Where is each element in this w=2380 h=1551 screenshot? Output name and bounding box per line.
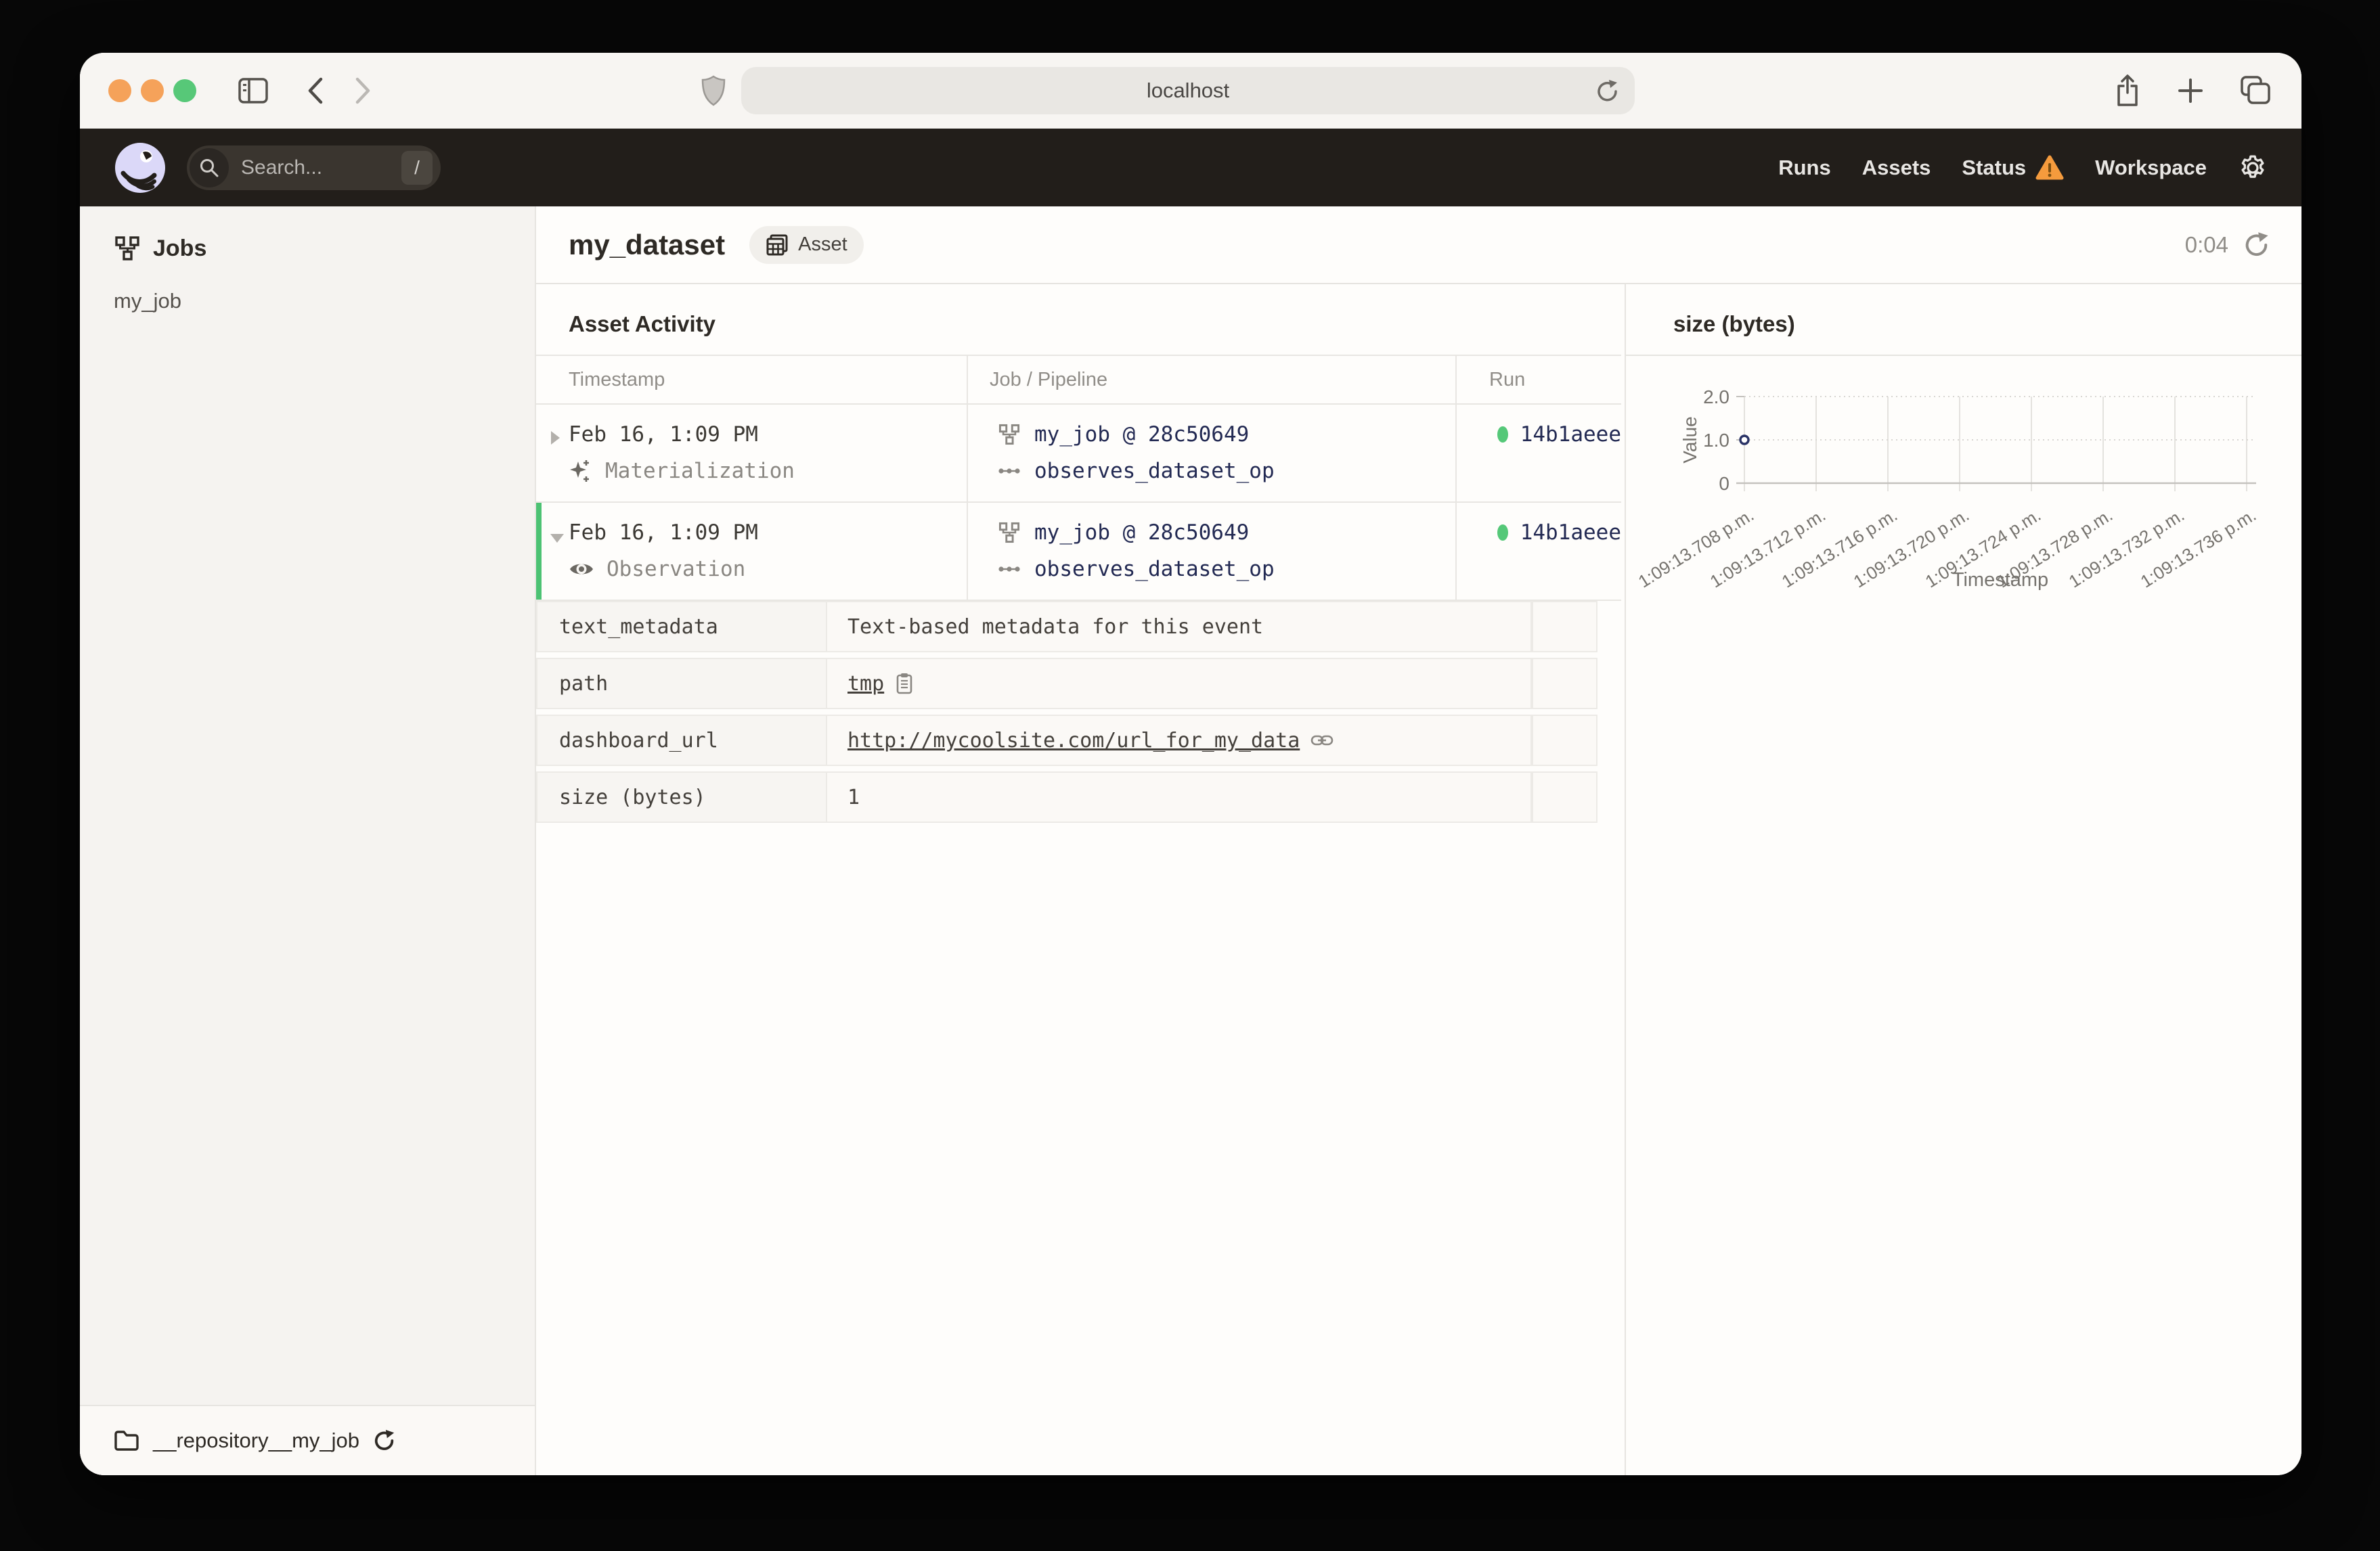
tabs-overview-icon[interactable] (2239, 76, 2272, 106)
op-link[interactable]: observes_dataset_op (1034, 557, 1275, 581)
repository-reload-icon[interactable] (373, 1429, 396, 1453)
timer-refresh-icon[interactable] (2243, 231, 2270, 259)
materialization-icon (570, 460, 589, 482)
asset-activity-table: Timestamp Job / Pipeline Run Feb 16, 1:0… (536, 355, 1621, 601)
search-shortcut-key: / (401, 150, 433, 185)
jobs-section-title: Jobs (153, 235, 207, 261)
op-icon (998, 566, 1020, 572)
op-link[interactable]: observes_dataset_op (1034, 459, 1275, 483)
job-fork-icon (998, 522, 1020, 543)
forward-icon[interactable] (355, 76, 372, 105)
nav-runs[interactable]: Runs (1778, 156, 1831, 180)
timer-value: 0:04 (2184, 231, 2228, 257)
zoom-window-button[interactable] (173, 79, 196, 102)
col-timestamp: Timestamp (569, 368, 665, 390)
asset-badge-label: Asset (798, 233, 847, 255)
path-link[interactable]: tmp (847, 672, 884, 696)
table-row[interactable]: Feb 16, 1:09 PM Observation my_job @ 28c… (536, 503, 1621, 601)
reload-icon[interactable] (1595, 78, 1620, 104)
table-row[interactable]: Feb 16, 1:09 PM Materialization my_job @… (536, 405, 1621, 503)
left-sidebar: Jobs my_job __repository__my_job (80, 206, 536, 1475)
svg-text:Timestamp: Timestamp (1952, 569, 2048, 591)
metadata-plot-panel: size (bytes) 0 1.0 2.0 1:09:13.708 p.m. 1:09… (1625, 284, 2301, 1475)
metadata-key: text_metadata (536, 601, 826, 652)
event-metadata-table: text_metadata Text-based metadata for th… (536, 601, 1597, 823)
run-id-link[interactable]: 14b1aeee (1520, 422, 1621, 447)
address-bar[interactable]: localhost (741, 67, 1635, 114)
jobs-icon (115, 236, 139, 261)
metadata-row: dashboard_url http://mycoolsite.com/url_… (536, 715, 1597, 766)
sidebar-toggle-icon[interactable] (238, 78, 268, 104)
op-icon (998, 468, 1020, 474)
job-fork-icon (998, 424, 1020, 445)
caret-down-icon[interactable] (548, 531, 566, 545)
svg-text:2.0: 2.0 (1703, 386, 1729, 407)
nav-workspace[interactable]: Workspace (2095, 156, 2207, 180)
privacy-shield-icon (701, 75, 726, 106)
dagster-logo-icon[interactable] (114, 141, 167, 194)
event-type: Materialization (605, 459, 795, 483)
event-timestamp: Feb 16, 1:09 PM (569, 422, 758, 447)
svg-text:1.0: 1.0 (1703, 430, 1729, 451)
browser-toolbar: localhost (80, 53, 2301, 129)
size-bytes-chart: 01.02.01:09:13.708 p.m.1:09:13.712 p.m.1… (1635, 386, 2260, 592)
asset-activity-panel: Asset Activity Timestamp Job / Pipeline … (536, 284, 1625, 1475)
chart-title: size (bytes) (1673, 311, 1795, 336)
minimize-window-button[interactable] (141, 79, 164, 102)
activity-table-header: Timestamp Job / Pipeline Run (536, 355, 1621, 405)
metadata-key: dashboard_url (536, 715, 826, 766)
job-link[interactable]: my_job @ 28c50649 (1034, 422, 1249, 447)
traffic-lights (108, 79, 206, 102)
settings-gear-icon[interactable] (2238, 153, 2268, 183)
metadata-row: text_metadata Text-based metadata for th… (536, 601, 1597, 652)
metadata-key: path (536, 658, 826, 709)
run-status-dot (1497, 426, 1508, 443)
search-input[interactable]: Search... / (187, 145, 441, 190)
metadata-row: size (bytes) 1 (536, 771, 1597, 823)
warning-icon (2035, 155, 2064, 179)
metadata-value: 1 (847, 785, 860, 809)
metadata-value: Text-based metadata for this event (847, 614, 1264, 639)
event-type: Observation (607, 557, 746, 581)
nav-assets[interactable]: Assets (1862, 156, 1931, 180)
app-header: Search... / Runs Assets Status Workspace (80, 129, 2301, 206)
svg-text:1:09:13.708 p.m.: 1:09:13.708 p.m. (1635, 505, 1757, 592)
svg-text:Value: Value (1679, 416, 1700, 464)
back-icon[interactable] (306, 76, 324, 105)
close-window-button[interactable] (108, 79, 131, 102)
dashboard-url-link[interactable]: http://mycoolsite.com/url_for_my_data (847, 729, 1300, 752)
copy-icon[interactable] (895, 672, 914, 695)
col-job-pipeline: Job / Pipeline (967, 356, 1455, 403)
jobs-section-header: Jobs (80, 206, 535, 262)
address-bar-url: localhost (1146, 78, 1230, 102)
run-status-dot (1497, 524, 1508, 541)
observation-eye-icon (570, 564, 593, 575)
asset-badge-icon (766, 234, 788, 255)
sidebar-item-my-job[interactable]: my_job (80, 262, 535, 313)
page-title: my_dataset (569, 228, 726, 261)
repository-name: __repository__my_job (153, 1429, 360, 1452)
metadata-key: size (bytes) (536, 771, 826, 823)
activity-title: Asset Activity (569, 311, 716, 336)
nav-status[interactable]: Status (1962, 155, 2064, 181)
metadata-row: path tmp (536, 658, 1597, 709)
browser-window: localhost Search... / Runs Assets Status… (80, 53, 2301, 1475)
link-icon (1310, 735, 1334, 746)
repository-footer[interactable]: __repository__my_job (80, 1405, 535, 1475)
share-icon[interactable] (2113, 74, 2142, 108)
job-link[interactable]: my_job @ 28c50649 (1034, 520, 1249, 545)
run-id-link[interactable]: 14b1aeee (1520, 520, 1621, 545)
asset-badge: Asset (749, 225, 864, 264)
search-icon (190, 148, 229, 187)
caret-right-icon[interactable] (548, 429, 562, 447)
new-tab-icon[interactable] (2177, 77, 2204, 104)
refresh-timer: 0:04 (2185, 231, 2270, 259)
header-nav: Runs Assets Status Workspace (1778, 153, 2268, 183)
col-run: Run (1455, 356, 1621, 403)
asset-title-bar: my_dataset Asset 0:04 (536, 206, 2301, 284)
folder-icon (114, 1431, 139, 1451)
event-timestamp: Feb 16, 1:09 PM (569, 520, 758, 545)
search-placeholder: Search... (241, 156, 323, 179)
svg-text:0: 0 (1719, 473, 1729, 494)
